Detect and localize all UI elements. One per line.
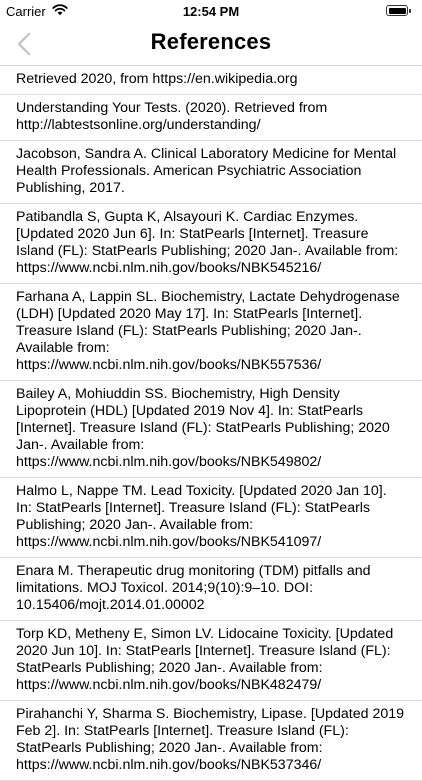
reference-item[interactable]: Enara M. Therapeutic drug monitoring (TD… — [0, 558, 422, 621]
reference-item[interactable]: Bailey A, Mohiuddin SS. Biochemistry, Hi… — [0, 381, 422, 478]
reference-item[interactable]: Retrieved 2020, from https://en.wikipedi… — [0, 66, 422, 95]
references-list: Retrieved 2020, from https://en.wikipedi… — [0, 66, 422, 781]
status-bar: Carrier 12:54 PM — [0, 0, 422, 22]
reference-item[interactable]: Understanding Your Tests. (2020). Retrie… — [0, 95, 422, 141]
battery-icon — [386, 5, 411, 16]
reference-item[interactable]: Pirahanchi Y, Sharma S. Biochemistry, Li… — [0, 701, 422, 781]
reference-item[interactable]: Farhana A, Lappin SL. Biochemistry, Lact… — [0, 284, 422, 381]
page-title: References — [150, 29, 272, 54]
navigation-bar: References — [0, 22, 422, 66]
reference-item[interactable]: Halmo L, Nappe TM. Lead Toxicity. [Updat… — [0, 478, 422, 558]
reference-item[interactable]: Torp KD, Metheny E, Simon LV. Lidocaine … — [0, 621, 422, 701]
status-time: 12:54 PM — [182, 4, 240, 19]
reference-item[interactable]: Patibandla S, Gupta K, Alsayouri K. Card… — [0, 204, 422, 284]
reference-item[interactable]: Jacobson, Sandra A. Clinical Laboratory … — [0, 141, 422, 204]
